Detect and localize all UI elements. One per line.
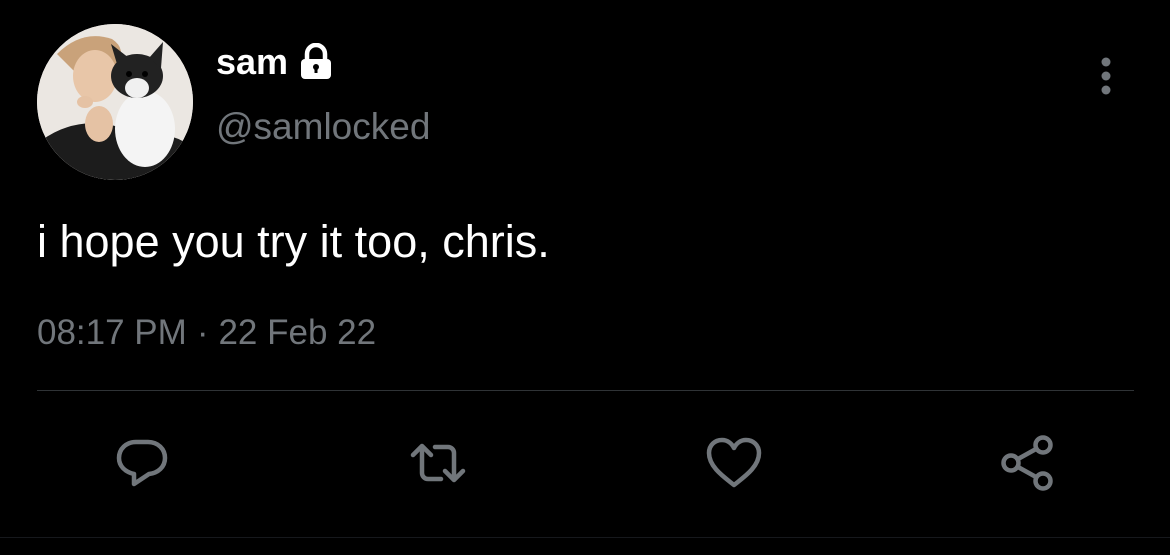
- tweet-date: 22 Feb 22: [218, 313, 377, 352]
- retweet-icon: [410, 443, 466, 483]
- avatar[interactable]: [37, 24, 193, 180]
- more-options-button[interactable]: [1088, 54, 1124, 98]
- share-button[interactable]: [999, 433, 1059, 493]
- author-handle[interactable]: @samlocked: [216, 104, 430, 150]
- author-name-row: sam: [216, 40, 334, 84]
- tweet-text: i hope you try it too, chris.: [37, 216, 550, 267]
- profile-photo: [37, 24, 193, 180]
- meta-separator: ·: [196, 313, 209, 352]
- retweet-button[interactable]: [408, 433, 468, 493]
- more-vertical-icon: [1101, 57, 1111, 95]
- reply-button[interactable]: [112, 433, 172, 493]
- heart-icon: [706, 437, 762, 488]
- share-icon: [1001, 435, 1053, 491]
- tweet-time: 08:17 PM: [37, 313, 187, 352]
- bottom-divider: [0, 537, 1170, 538]
- divider: [37, 390, 1134, 391]
- reply-icon: [116, 439, 168, 487]
- display-name[interactable]: sam: [216, 40, 288, 84]
- lock-icon: [298, 42, 334, 81]
- tweet-timestamp[interactable]: 08:17 PM · 22 Feb 22: [37, 310, 376, 356]
- like-button[interactable]: [704, 433, 764, 493]
